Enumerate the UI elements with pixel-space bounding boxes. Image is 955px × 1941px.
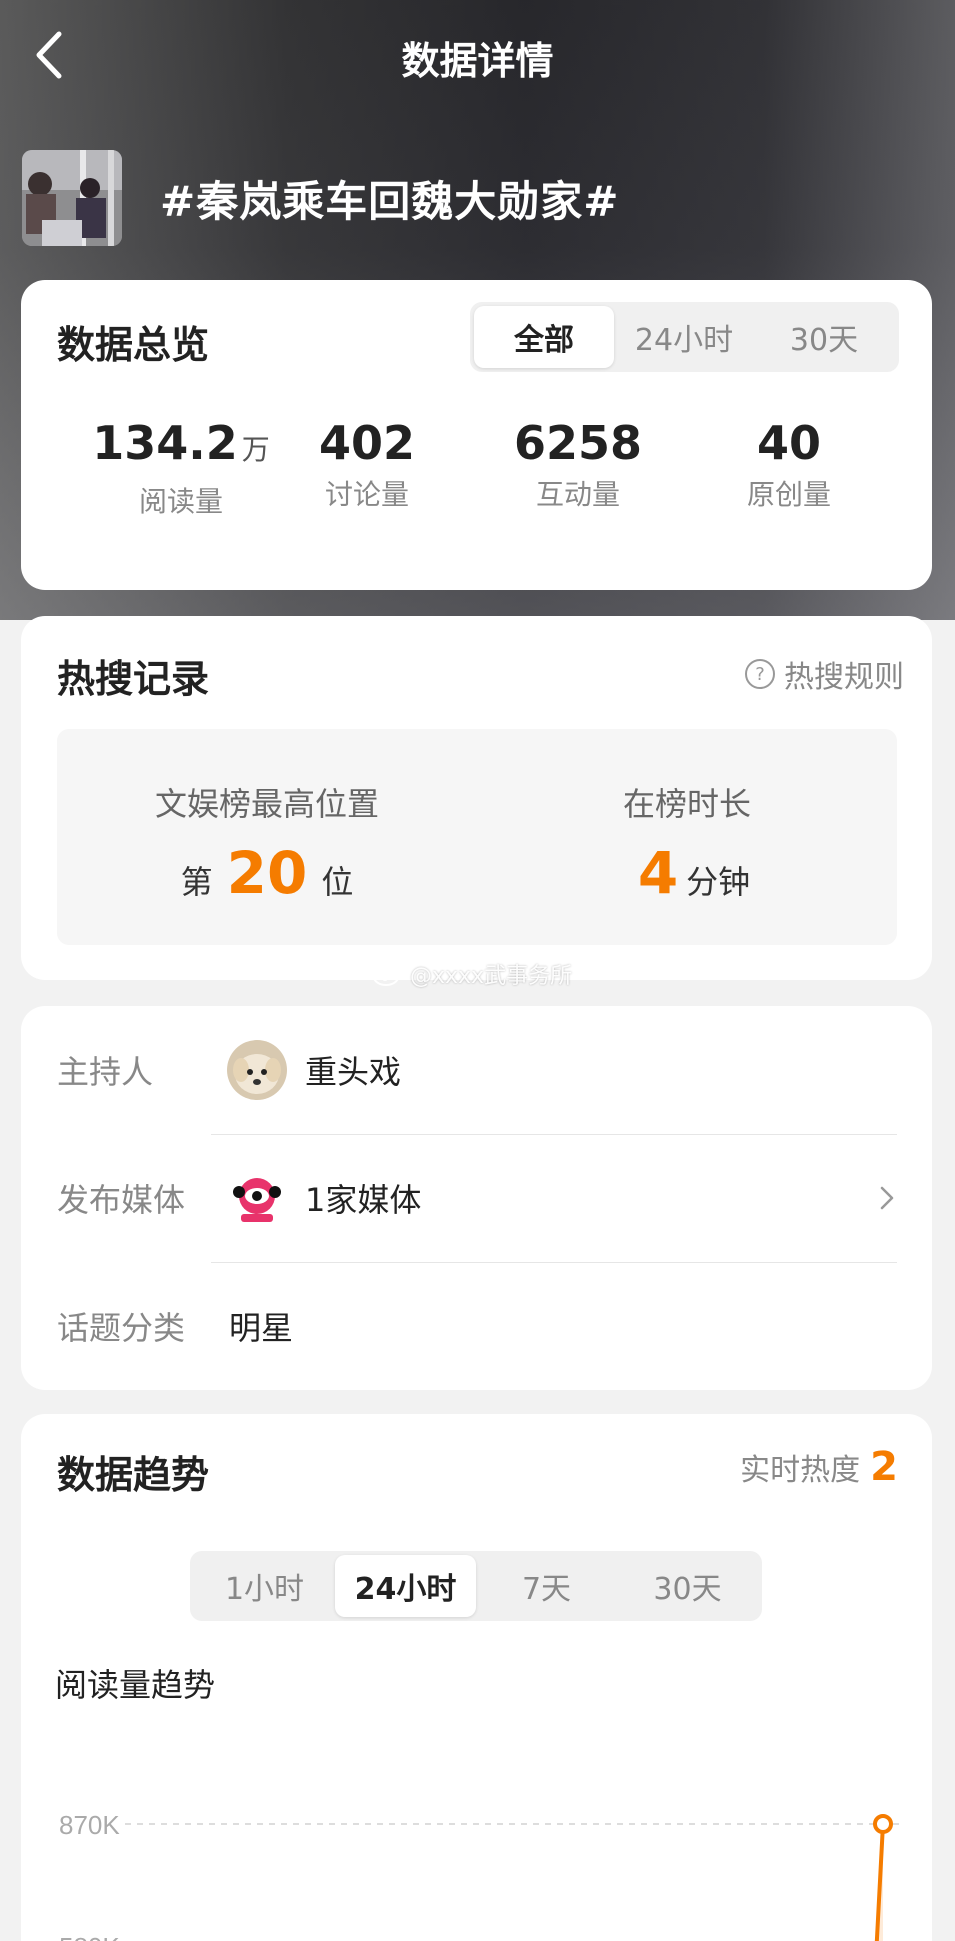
stat-interactions-value: 6258	[513, 416, 643, 470]
best-position-prefix: 第	[180, 863, 213, 901]
stat-reads-label: 阅读量	[138, 485, 223, 518]
stat-discussions: 402 讨论量	[267, 415, 467, 513]
stat-interactions: 6258 互动量	[478, 415, 678, 513]
duration-unit: 分钟	[686, 863, 751, 901]
trend-title: 数据趋势	[57, 1453, 210, 1497]
best-position-suffix: 位	[321, 863, 354, 901]
stat-reads-unit: 万	[241, 433, 270, 466]
chart-title: 阅读量趋势	[55, 1666, 216, 1704]
topic-info-card: 主持人 重头戏 发布媒体 1家媒体 话题分类 明星	[21, 1006, 932, 1390]
topic-header: #秦岚乘车回魏大勋家#	[22, 148, 619, 248]
trend-card: 数据趋势 实时热度 2 1小时 24小时 7天 30天 阅读量趋势 870K 5…	[21, 1414, 932, 1941]
svg-text:?: ?	[755, 664, 765, 685]
tab-all[interactable]: 全部	[474, 306, 614, 368]
tab-24h[interactable]: 24小时	[614, 306, 754, 368]
realtime-heat: 实时热度 2	[740, 1444, 898, 1490]
read-trend-chart: 870K 580K	[59, 1810, 901, 1941]
page-title: 数据详情	[401, 39, 554, 83]
y-tick-label: 870K	[59, 1810, 120, 1840]
stat-discussions-value: 402	[318, 416, 416, 470]
hot-search-card: 热搜记录 ? 热搜规则 文娱榜最高位置 第 20 位 在榜时长 4 分钟	[21, 616, 932, 980]
tab-7d[interactable]: 7天	[476, 1555, 617, 1617]
stat-originals-value: 40	[756, 416, 821, 470]
chevron-right-icon	[880, 1186, 894, 1210]
media-row[interactable]: 发布媒体 1家媒体	[57, 1134, 897, 1262]
tab-24h-trend[interactable]: 24小时	[335, 1555, 476, 1617]
best-position: 文娱榜最高位置 第 20 位	[57, 729, 477, 907]
topic-title: #秦岚乘车回魏大勋家#	[160, 176, 620, 226]
host-row: 主持人 重头戏	[57, 1006, 897, 1134]
trend-last-point	[873, 1814, 893, 1834]
duration-label: 在榜时长	[622, 785, 751, 823]
stat-reads: 134.2 万 阅读量	[81, 415, 281, 520]
best-position-label: 文娱榜最高位置	[154, 785, 379, 823]
tab-30d-trend[interactable]: 30天	[617, 1555, 758, 1617]
host-key: 主持人	[57, 1053, 154, 1091]
realtime-value: 2	[870, 1444, 898, 1490]
topic-thumbnail	[22, 150, 122, 246]
realtime-label: 实时热度	[740, 1453, 861, 1488]
media-value: 1家媒体	[305, 1181, 422, 1219]
watermark: @xxxx武事务所	[372, 958, 572, 990]
stat-originals-label: 原创量	[746, 478, 831, 511]
trend-tabs: 1小时 24小时 7天 30天	[190, 1551, 762, 1621]
category-value: 明星	[229, 1309, 294, 1347]
hot-search-title: 热搜记录	[57, 657, 210, 701]
weibo-logo-icon	[373, 964, 403, 986]
stat-interactions-label: 互动量	[535, 478, 620, 511]
overview-card: 数据总览 全部 24小时 30天 134.2 万 阅读量 402 讨论量 6258…	[21, 280, 932, 590]
rank-summary: 文娱榜最高位置 第 20 位 在榜时长 4 分钟	[57, 729, 897, 945]
hot-search-rules-label: 热搜规则	[784, 660, 904, 695]
best-position-value: 20	[226, 839, 308, 907]
host-avatar[interactable]	[227, 1040, 287, 1100]
help-icon: ?	[745, 659, 775, 689]
duration-value: 4	[637, 839, 679, 907]
on-list-duration: 在榜时长 4 分钟	[477, 729, 897, 907]
stat-originals: 40 原创量	[689, 415, 889, 513]
hot-search-rules-link[interactable]: ? 热搜规则	[744, 652, 904, 696]
stat-discussions-label: 讨论量	[324, 478, 409, 511]
stat-reads-value: 134.2	[92, 416, 238, 470]
host-value[interactable]: 重头戏	[305, 1047, 401, 1093]
media-avatar	[227, 1168, 287, 1228]
category-key: 话题分类	[57, 1309, 186, 1347]
navigation-bar: 数据详情	[0, 0, 955, 110]
media-key: 发布媒体	[57, 1181, 186, 1219]
y-tick-label: 580K	[59, 1932, 120, 1941]
tab-1h[interactable]: 1小时	[194, 1555, 335, 1617]
overview-tabs: 全部 24小时 30天	[470, 302, 899, 372]
category-row: 话题分类 明星	[57, 1262, 897, 1390]
overview-title: 数据总览	[57, 323, 210, 367]
watermark-text: @xxxx武事务所	[410, 964, 573, 989]
tab-30d[interactable]: 30天	[754, 306, 894, 368]
